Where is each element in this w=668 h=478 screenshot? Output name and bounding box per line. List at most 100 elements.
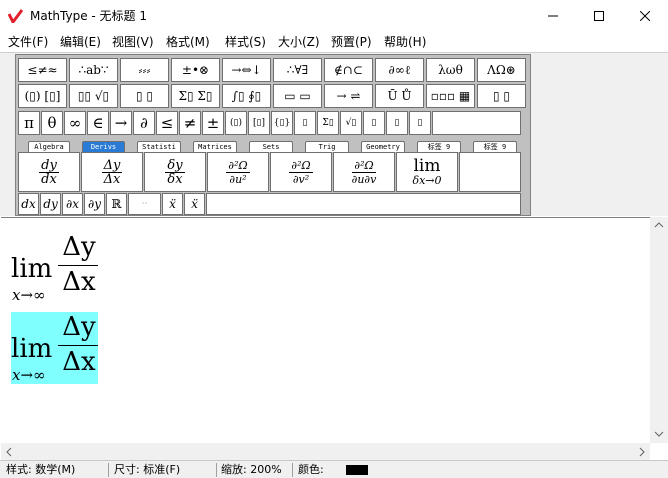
scroll-right-icon[interactable] [633, 443, 650, 460]
quick-braces[interactable]: {▯} [271, 111, 293, 135]
quick-plus-minus[interactable]: ± [202, 111, 224, 135]
fraction-numerator: Δy [62, 312, 96, 342]
menu-format[interactable]: 格式(M) [166, 34, 210, 50]
quick-pi[interactable]: π [18, 111, 40, 135]
scroll-down-icon[interactable] [650, 426, 668, 443]
tab-matrices[interactable]: Matrices [193, 141, 237, 152]
limit-operator: lim [11, 254, 53, 284]
horizontal-scrollbar[interactable] [1, 443, 650, 460]
scripts-palette-button[interactable]: ▯ ▯ [120, 84, 169, 108]
fractions-palette-button[interactable]: ▯▯ √▯ [69, 84, 118, 108]
tab-algebra[interactable]: Algebra [28, 141, 70, 152]
deriv-partial-v2[interactable]: ∂²Ω ∂v² [270, 152, 332, 192]
deriv-small-delta[interactable]: δy δx [144, 152, 206, 192]
menu-edit[interactable]: 编辑(E) [60, 34, 101, 50]
quick-subscript[interactable]: ▯ [386, 111, 408, 135]
misc-palette-button[interactable]: ∂∞ℓ [375, 58, 424, 82]
equation-limit[interactable]: lim x→∞ Δy Δx [11, 232, 101, 304]
deriv-empty-slot[interactable] [459, 152, 521, 192]
deriv-delta-y-delta-x[interactable]: Δy Δx [81, 152, 143, 192]
spaces-palette-button[interactable]: ∴ab∵ [69, 58, 118, 82]
sets-palette-button[interactable]: ∉∩⊂ [324, 58, 373, 82]
quick-parens[interactable]: (▯) [225, 111, 247, 135]
embellishments-palette-button[interactable]: ⸗⸗⸗ [120, 58, 169, 82]
quick-not-equal[interactable]: ≠ [179, 111, 201, 135]
matrices-palette-button[interactable]: ▫▫▫ ▦ [426, 84, 475, 108]
small-disabled[interactable]: ·· [128, 193, 161, 215]
small-partial-x[interactable]: ∂x [62, 193, 83, 215]
boxes-palette-button[interactable]: ▯ ▯ [477, 84, 526, 108]
equation-editor[interactable]: lim x→∞ Δy Δx lim x→∞ Δy Δx [1, 217, 650, 443]
menu-file[interactable]: 文件(F) [8, 34, 48, 50]
small-partial-y[interactable]: ∂y [84, 193, 105, 215]
quick-theta[interactable]: θ [41, 111, 63, 135]
greek-lower-palette-button[interactable]: λωθ [426, 58, 475, 82]
quick-sum[interactable]: Σ▯ [317, 111, 339, 135]
scroll-up-icon[interactable] [650, 217, 668, 234]
fraction-bar [58, 265, 98, 266]
status-size: 尺寸: 标准(F) [114, 463, 181, 476]
minimize-button[interactable] [530, 0, 576, 32]
quick-element-of[interactable]: ∈ [87, 111, 109, 135]
maximize-button[interactable] [576, 0, 622, 32]
quick-partial[interactable]: ∂ [133, 111, 155, 135]
bars-palette-button[interactable]: ▭ ▭ [273, 84, 322, 108]
tab-sets[interactable]: Sets [249, 141, 293, 152]
title-bar: MathType - 无标题 1 [0, 0, 668, 32]
toolbar-area: ≤≠≈ ∴ab∵ ⸗⸗⸗ ±•⊗ →⇔↓ ∴∀∃ ∉∩⊂ ∂∞ℓ λωθ ΛΩ⊛… [0, 52, 668, 216]
status-bar: 样式: 数学(M) 尺寸: 标准(F) 缩放: 200% 颜色: [0, 460, 668, 478]
fraction-bar [58, 345, 98, 346]
quick-infinity[interactable]: ∞ [64, 111, 86, 135]
arrows-palette-button[interactable]: →⇔↓ [222, 58, 271, 82]
sums-palette-button[interactable]: Σ▯ Σ▯ [171, 84, 220, 108]
integrals-palette-button[interactable]: ∫▯ ∮▯ [222, 84, 271, 108]
equation-limit-selected[interactable]: lim x→∞ Δy Δx [11, 312, 98, 384]
small-real-numbers[interactable]: ℝ [106, 193, 127, 215]
deriv-partial-u2[interactable]: ∂²Ω ∂u² [207, 152, 269, 192]
deriv-dy-dx[interactable]: dy dx [18, 152, 80, 192]
status-divider [292, 463, 293, 477]
quick-fraction[interactable]: ▯ [294, 111, 316, 135]
small-dx[interactable]: dx [18, 193, 39, 215]
menu-view[interactable]: 视图(V) [112, 34, 154, 50]
limit-subscript: x→∞ [12, 286, 46, 304]
vertical-scrollbar[interactable] [650, 217, 668, 443]
maximize-icon [594, 11, 604, 21]
quick-empty-slot[interactable] [432, 111, 521, 135]
quick-superscript[interactable]: ▯ [363, 111, 385, 135]
tab-derivs[interactable]: Derivs [82, 141, 125, 152]
quick-subsup[interactable]: ▯ [409, 111, 431, 135]
status-color-swatch [346, 465, 368, 475]
tab-trig[interactable]: Trig [305, 141, 349, 152]
quick-arrow[interactable]: → [110, 111, 132, 135]
status-divider [216, 463, 217, 477]
menu-style[interactable]: 样式(S) [225, 34, 266, 50]
deriv-partial-uv[interactable]: ∂²Ω ∂u∂v [333, 152, 395, 192]
products-palette-button[interactable]: Ū Ů [375, 84, 424, 108]
small-dddot-x[interactable]: ẍ [184, 193, 205, 215]
quick-brackets[interactable]: [▯] [248, 111, 270, 135]
small-empty-slot[interactable] [206, 193, 521, 215]
fences-palette-button[interactable]: (▯) [▯] [18, 84, 67, 108]
tab-label-9[interactable]: 标签 9 [473, 141, 517, 152]
tab-geometry[interactable]: Geometry [361, 141, 405, 152]
deriv-limit[interactable]: lim δx→0 [396, 152, 458, 192]
small-dy[interactable]: dy [40, 193, 61, 215]
logic-palette-button[interactable]: ∴∀∃ [273, 58, 322, 82]
menu-help[interactable]: 帮助(H) [384, 34, 426, 50]
tab-statistics[interactable]: Statisti [137, 141, 181, 152]
fraction-numerator: Δy [62, 232, 96, 262]
tab-label-8[interactable]: 标签 9 [417, 141, 461, 152]
greek-upper-palette-button[interactable]: ΛΩ⊛ [477, 58, 526, 82]
operators-palette-button[interactable]: ±•⊗ [171, 58, 220, 82]
small-ddot-x[interactable]: ẍ [162, 193, 183, 215]
relations-palette-button[interactable]: ≤≠≈ [18, 58, 67, 82]
quick-less-equal[interactable]: ≤ [156, 111, 178, 135]
status-color-label: 颜色: [298, 463, 324, 476]
menu-size[interactable]: 大小(Z) [278, 34, 320, 50]
quick-sqrt[interactable]: √▯ [340, 111, 362, 135]
menu-preferences[interactable]: 预置(P) [331, 34, 372, 50]
scroll-left-icon[interactable] [1, 443, 18, 460]
labeled-arrows-palette-button[interactable]: → ⇌ [324, 84, 373, 108]
close-button[interactable] [622, 0, 668, 32]
